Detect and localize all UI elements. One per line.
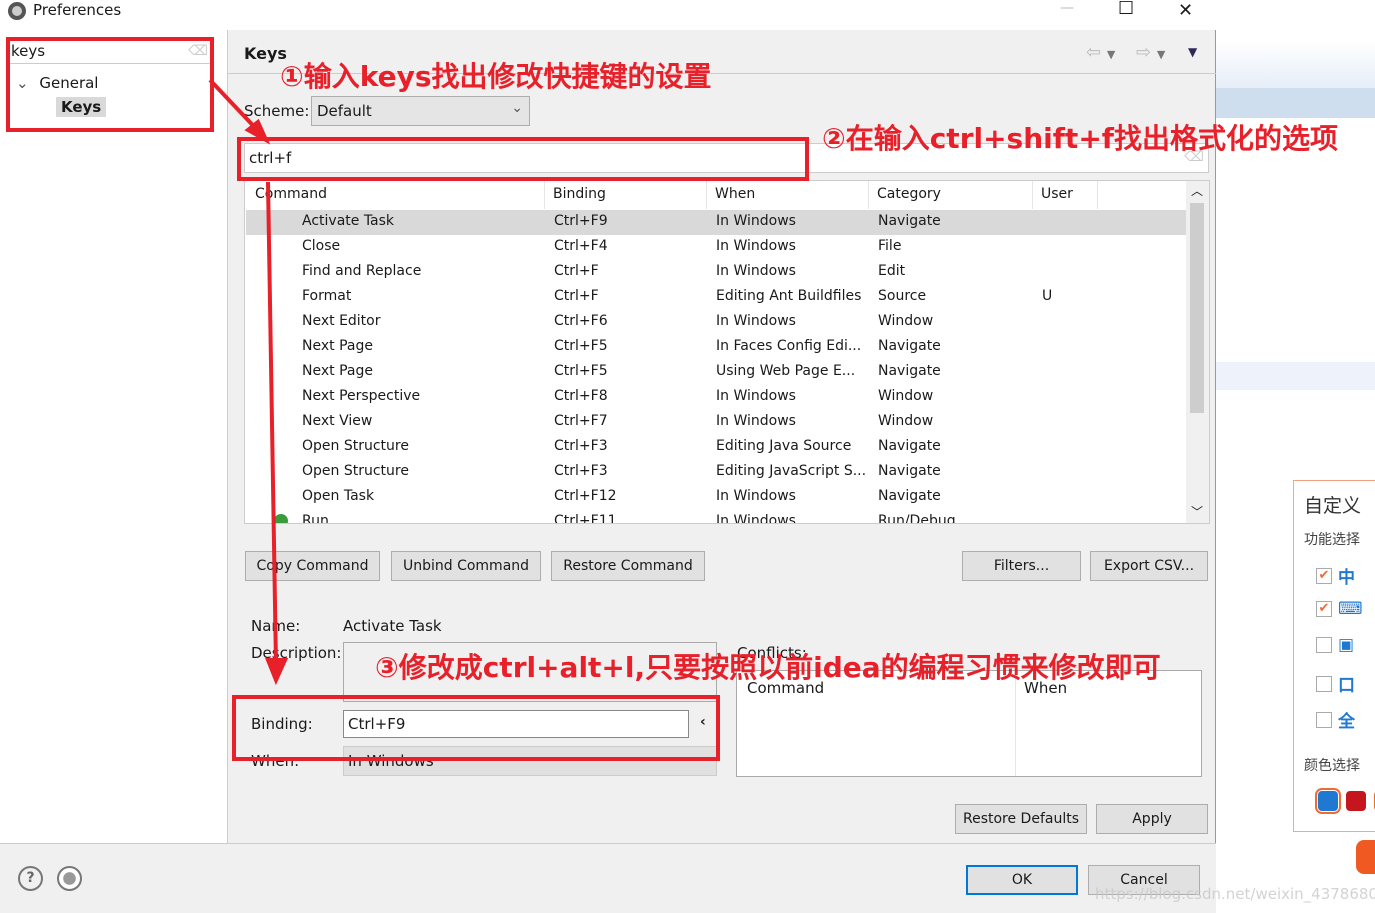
annotation-arrow-2	[266, 181, 278, 666]
annotation-arrowhead-2	[265, 658, 289, 686]
annotation-arrows	[208, 78, 289, 686]
